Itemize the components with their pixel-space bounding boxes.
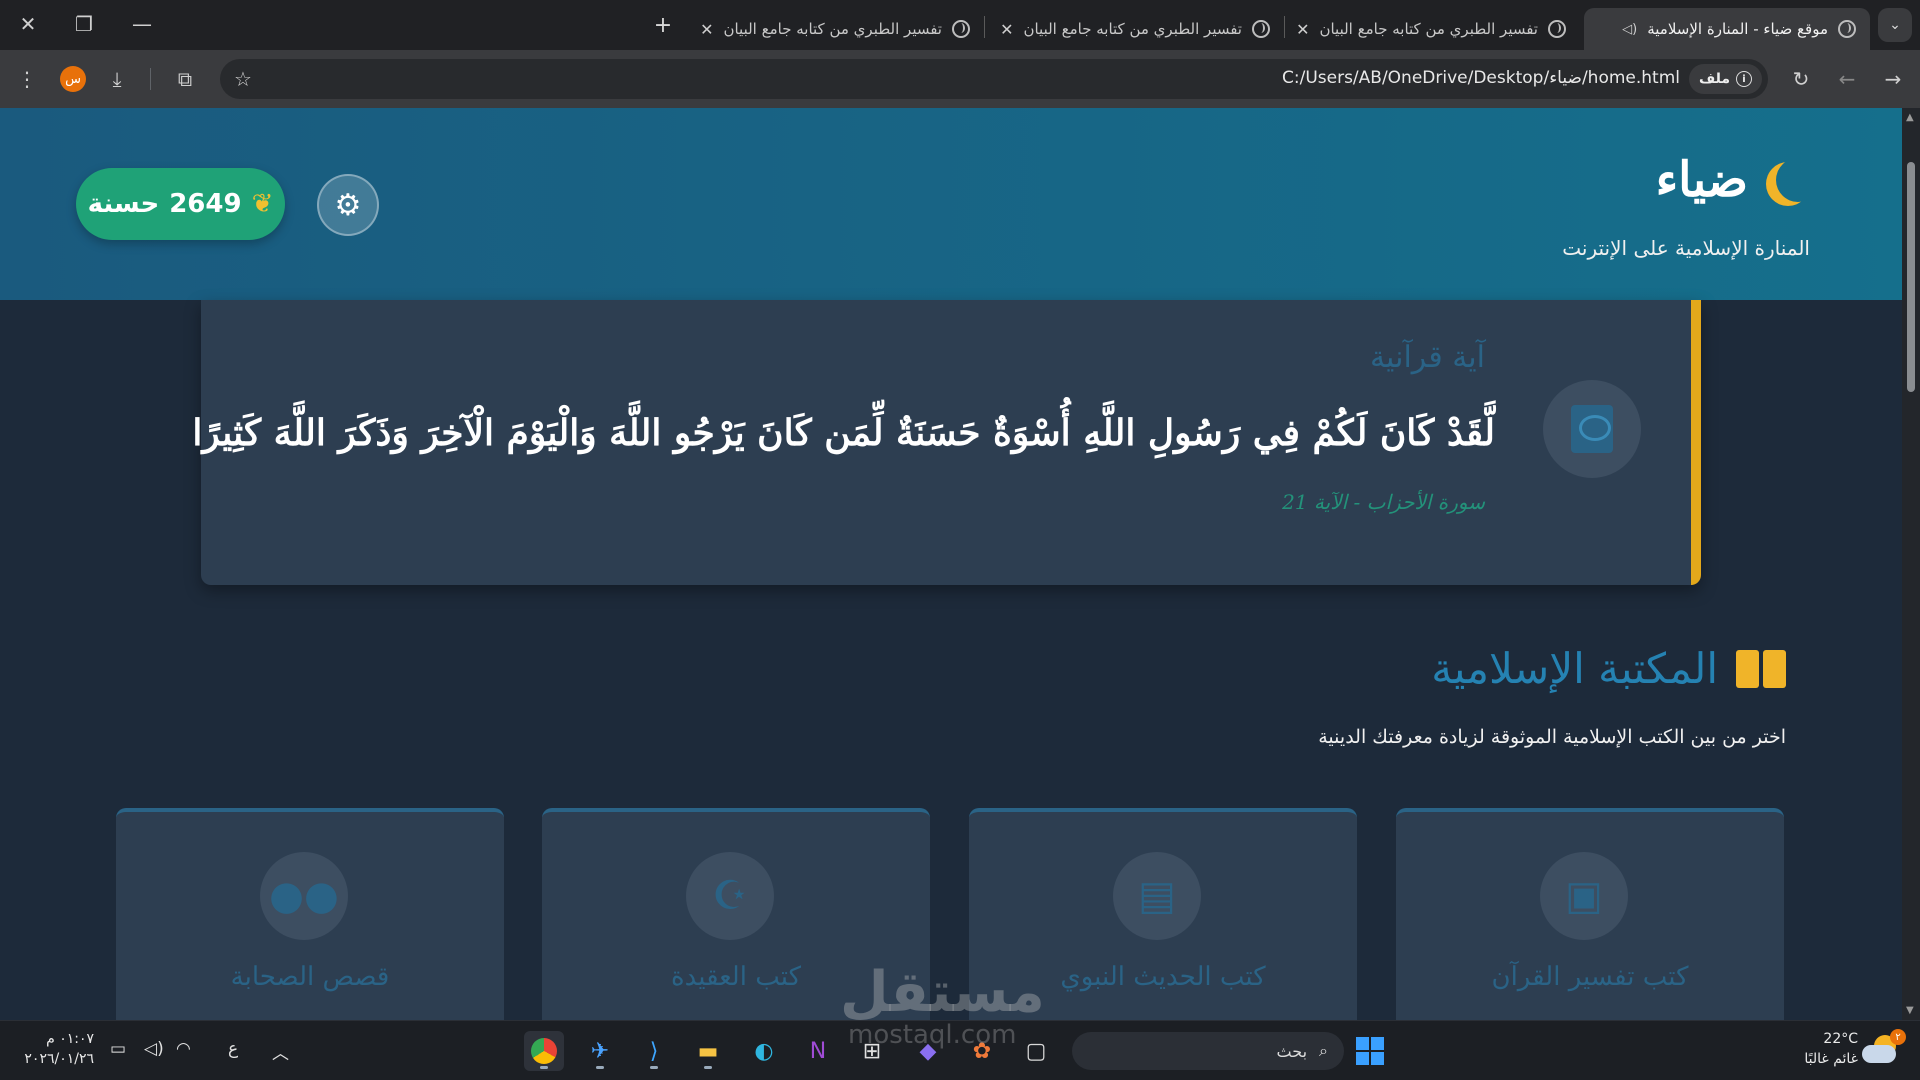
toolbar-divider	[150, 68, 151, 90]
tab-title: تفسير الطبري من كتابه جامع البيان	[723, 20, 942, 38]
tab-divider	[1284, 16, 1285, 38]
file-explorer-icon[interactable]: ▬	[688, 1031, 728, 1071]
onenote-icon[interactable]: N	[798, 1031, 838, 1071]
watermark-subtext: mostaql.com	[848, 1020, 1017, 1050]
minimize-window-icon[interactable]: —	[114, 0, 170, 48]
close-window-icon[interactable]: ✕	[0, 0, 56, 48]
close-tab-icon[interactable]: ✕	[1296, 20, 1309, 39]
verse-label: آية قرآنية	[1369, 340, 1485, 375]
back-icon[interactable]: ←	[1832, 64, 1862, 94]
tab-title: تفسير الطبري من كتابه جامع البيان	[1023, 20, 1242, 38]
tab-title: موقع ضياء - المنارة الإسلامية	[1647, 20, 1828, 38]
page-scrollbar[interactable]: ▲ ▼	[1902, 108, 1920, 1020]
menu-icon[interactable]: ⋮	[12, 64, 42, 94]
quran-icon: ▣	[1540, 852, 1628, 940]
settings-button[interactable]: ⚙	[317, 174, 379, 236]
close-tab-icon[interactable]: ✕	[1000, 20, 1013, 39]
open-book-icon	[1736, 649, 1786, 688]
tab-diyaa-home[interactable]: موقع ضياء - المنارة الإسلامية ◁)	[1584, 8, 1870, 50]
category-card-sahaba[interactable]: ●● قصص الصحابة	[116, 808, 504, 1020]
points-value: 2649	[169, 189, 242, 219]
globe-icon	[1548, 20, 1566, 38]
library-subtitle: اختر من بين الكتب الإسلامية الموثوقة لزي…	[1318, 726, 1786, 748]
gear-icon: ⚙	[334, 187, 362, 223]
verse-text: لَّقَدْ كَانَ لَكُمْ فِي رَسُولِ اللَّهِ…	[192, 412, 1495, 454]
new-tab-button[interactable]: +	[648, 8, 678, 42]
crescent-icon: ☪	[686, 852, 774, 940]
library-title: المكتبة الإسلامية	[1431, 644, 1786, 693]
battery-icon[interactable]: ▭	[110, 1039, 126, 1059]
task-view-icon[interactable]: ▢	[1016, 1031, 1056, 1071]
weather-temp: 22°C	[1823, 1031, 1858, 1047]
browser-toolbar: ⋮ ⤓ ⧉ ☆ C:/Users/AB/OneDrive/Desktop/ضيا…	[0, 50, 1920, 108]
weather-widget[interactable]: 22°C غائم غالبًا	[1792, 1029, 1858, 1069]
book-icon: ▤	[1113, 852, 1201, 940]
scroll-down-icon[interactable]: ▼	[1906, 1005, 1914, 1016]
extensions-icon[interactable]: ⧉	[170, 64, 200, 94]
category-title: قصص الصحابة	[230, 962, 390, 992]
tab-tabari-3[interactable]: تفسير الطبري من كتابه جامع البيان ✕	[690, 8, 984, 50]
clock-date: ٢٠٢٦/٠١/٢٦	[24, 1051, 94, 1067]
category-card-tafsir[interactable]: ▣ كتب تفسير القرآن	[1396, 808, 1784, 1020]
tray-overflow-chevron-icon[interactable]: ︿	[272, 1039, 289, 1064]
clock-time: ٠١:٠٧ م	[46, 1031, 94, 1047]
globe-icon	[1838, 20, 1856, 38]
users-icon: ●●	[260, 852, 348, 940]
forward-icon[interactable]: →	[1878, 64, 1908, 94]
search-placeholder: بحث	[1276, 1041, 1308, 1061]
library-heading: المكتبة الإسلامية	[1431, 644, 1718, 693]
watermark-text: مستقل	[840, 960, 1045, 1025]
site-header: ضياء المنارة الإسلامية على الإنترنت ⚙ حس…	[0, 108, 1902, 300]
site-info-label: ملف	[1698, 71, 1730, 87]
search-icon: ⌕	[1319, 1041, 1328, 1060]
site-tagline: المنارة الإسلامية على الإنترنت	[1562, 236, 1810, 260]
scroll-up-icon[interactable]: ▲	[1906, 112, 1914, 123]
quran-icon	[1543, 380, 1641, 478]
browser-tab-bar: ✕ ❐ — + تفسير الطبري من كتابه جامع البيا…	[0, 0, 1920, 50]
input-language[interactable]: ع	[228, 1039, 238, 1059]
tab-tabari-1[interactable]: تفسير الطبري من كتابه جامع البيان ✕	[1290, 8, 1580, 50]
volume-icon[interactable]: ◁)	[144, 1039, 164, 1059]
globe-icon	[952, 20, 970, 38]
download-icon[interactable]: ⤓	[102, 64, 132, 94]
vscode-icon[interactable]: ⟩	[634, 1031, 674, 1071]
site-name: ضياء	[1655, 152, 1748, 208]
profile-avatar[interactable]: س	[60, 66, 86, 92]
taskbar-search[interactable]: ⌕ بحث	[1072, 1032, 1344, 1070]
notification-badge[interactable]: ٢	[1890, 1029, 1906, 1045]
info-icon: i	[1736, 71, 1752, 87]
crescent-moon-icon	[1776, 158, 1820, 202]
chrome-icon[interactable]	[524, 1031, 564, 1071]
system-clock[interactable]: ٠١:٠٧ م ٢٠٢٦/٠١/٢٦	[22, 1029, 94, 1069]
verse-reference: سورة الأحزاب - الآية 21	[1282, 490, 1485, 514]
tab-title: تفسير الطبري من كتابه جامع البيان	[1319, 20, 1538, 38]
sprout-icon: ❦	[251, 189, 274, 219]
verse-card: آية قرآنية لَّقَدْ كَانَ لَكُمْ فِي رَسُ…	[192, 300, 1701, 585]
globe-icon	[1252, 20, 1270, 38]
points-badge[interactable]: حسنة 2649 ❦	[76, 168, 285, 240]
address-bar[interactable]: ☆ C:/Users/AB/OneDrive/Desktop/ضياء/home…	[220, 59, 1768, 99]
tab-divider	[984, 16, 985, 38]
site-info-chip[interactable]: ملف i	[1688, 64, 1762, 94]
points-label: حسنة	[87, 189, 160, 219]
wifi-icon[interactable]: ◠	[176, 1039, 191, 1059]
windows-start-icon[interactable]	[1356, 1037, 1384, 1065]
scroll-thumb[interactable]	[1907, 162, 1915, 392]
category-title: كتب تفسير القرآن	[1491, 962, 1689, 992]
tab-tabari-2[interactable]: تفسير الطبري من كتابه جامع البيان ✕	[990, 8, 1284, 50]
app-bird-icon[interactable]: ✈	[580, 1031, 620, 1071]
restore-window-icon[interactable]: ❐	[56, 0, 112, 48]
url-text[interactable]: C:/Users/AB/OneDrive/Desktop/ضياء/home.h…	[1282, 68, 1680, 88]
weather-desc: غائم غالبًا	[1804, 1051, 1858, 1067]
audio-icon[interactable]: ◁)	[1622, 22, 1637, 37]
tab-search-chevron-icon[interactable]: ⌄	[1878, 8, 1912, 42]
page-viewport: ضياء المنارة الإسلامية على الإنترنت ⚙ حس…	[0, 108, 1902, 1020]
reload-icon[interactable]: ↻	[1786, 64, 1816, 94]
bookmark-star-icon[interactable]: ☆	[234, 67, 252, 91]
site-brand[interactable]: ضياء	[1656, 152, 1810, 208]
close-tab-icon[interactable]: ✕	[700, 20, 713, 39]
edge-icon[interactable]: ◐	[744, 1031, 784, 1071]
